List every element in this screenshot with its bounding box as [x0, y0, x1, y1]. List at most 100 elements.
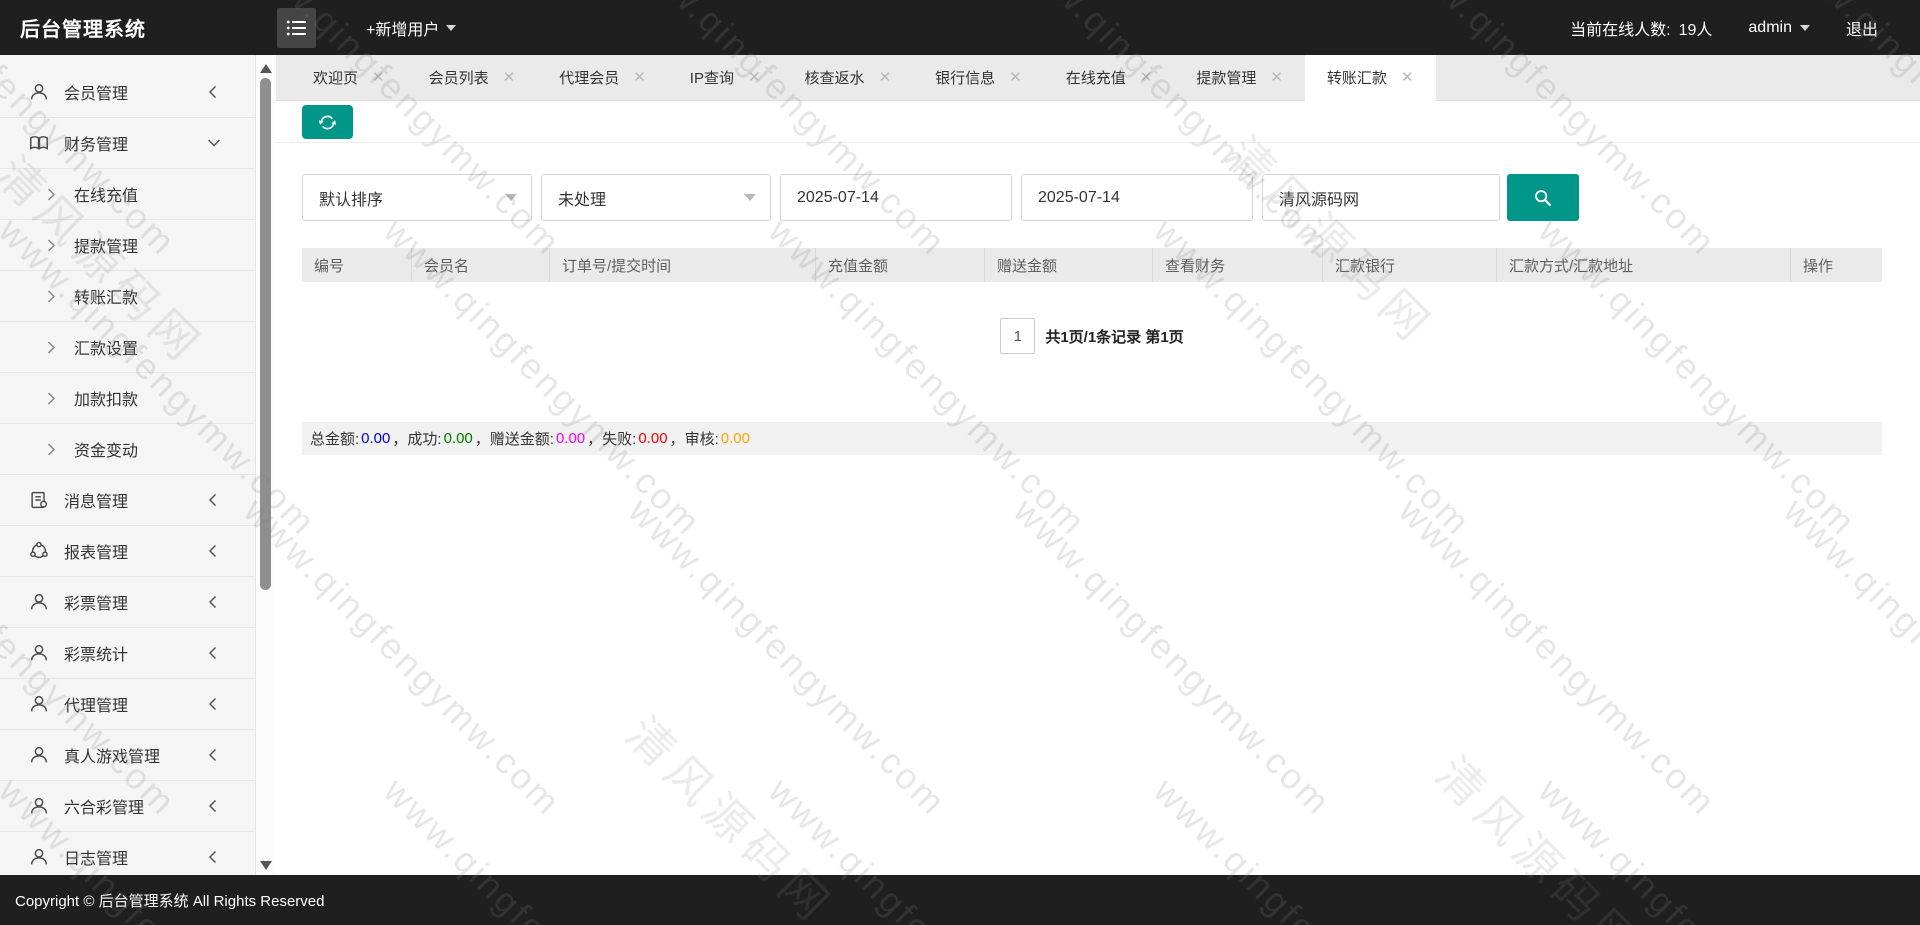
sidebar-item-lottery-statistics[interactable]: 彩票统计 [0, 628, 255, 679]
sidebar-subitem-funds-change[interactable]: 资金变动 [0, 424, 255, 475]
chevron-down-icon [1799, 24, 1810, 31]
tab-transfer-remittance[interactable]: 转账汇款 ✕ [1304, 55, 1436, 101]
sidebar-subitem-withdrawal-management[interactable]: 提款管理 [0, 220, 255, 271]
tab-close-icon[interactable]: ✕ [1140, 70, 1153, 85]
sidebar-item-log-management[interactable]: 日志管理 [0, 832, 255, 875]
message-icon [27, 488, 51, 512]
tab-label: 欢迎页 [313, 70, 359, 87]
sidebar-item-label: 财务管理 [64, 137, 129, 154]
user-icon [27, 845, 51, 869]
sidebar-subitem-label: 提款管理 [74, 239, 139, 256]
sidebar-item-mark-six-management[interactable]: 六合彩管理 [0, 781, 255, 832]
tab-online-recharge[interactable]: 在线充值 ✕ [1044, 55, 1175, 100]
summary-separator: ， [669, 431, 685, 448]
content-area: 欢迎页 ✕ 会员列表 ✕ 代理会员 ✕ IP查询 ✕ 核查返水 ✕ 银行信息 ✕ 在线充值 ✕ 提款管理 ✕ 转… [276, 55, 1920, 875]
user-icon [27, 641, 51, 665]
summary-separator: ， [474, 431, 490, 448]
sidebar-subitem-online-recharge[interactable]: 在线充值 [0, 169, 255, 220]
date-to-input[interactable] [1021, 174, 1253, 221]
sidebar-scrollbar[interactable] [255, 55, 275, 875]
summary-bar: 总金额: 0.00， 成功: 0.00， 赠送金额: 0.00， 失败: 0.0… [302, 422, 1882, 455]
sidebar-item-lottery-management[interactable]: 彩票管理 [0, 577, 255, 628]
book-icon [27, 131, 51, 155]
date-from-input[interactable] [780, 174, 1012, 221]
refresh-button[interactable] [302, 105, 353, 139]
tab-close-icon[interactable]: ✕ [1401, 70, 1414, 85]
tab-close-icon[interactable]: ✕ [503, 70, 516, 85]
tab-label: 银行信息 [935, 70, 996, 87]
tab-close-icon[interactable]: ✕ [1009, 70, 1022, 85]
logout-button[interactable]: 退出 [1846, 16, 1878, 40]
tab-withdrawal-management[interactable]: 提款管理 ✕ [1174, 55, 1305, 100]
pagination-summary: 共1页/1条记录 第1页 [1045, 328, 1184, 346]
pagination: 1 共1页/1条记录 第1页 [302, 318, 1882, 354]
sidebar-item-live-game-management[interactable]: 真人游戏管理 [0, 730, 255, 781]
sidebar-item-label: 六合彩管理 [64, 800, 145, 817]
tab-close-icon[interactable]: ✕ [748, 70, 761, 85]
sidebar-item-member-management[interactable]: 会员管理 [0, 67, 255, 118]
page-number-button[interactable]: 1 [1000, 318, 1036, 354]
chevron-down-icon [446, 24, 457, 31]
sidebar-subitem-label: 转账汇款 [74, 290, 139, 307]
sidebar-item-report-management[interactable]: 报表管理 [0, 526, 255, 577]
online-count: 当前在线人数: 19人 [1570, 16, 1712, 40]
scrollbar-up-arrow[interactable] [260, 64, 272, 73]
column-header-7: 汇款银行 [1322, 248, 1496, 282]
tab-rebate-check[interactable]: 核查返水 ✕ [783, 55, 914, 100]
sidebar-item-label: 会员管理 [64, 86, 129, 103]
tab-bank-info[interactable]: 银行信息 ✕ [913, 55, 1044, 100]
tab-label: 核查返水 [804, 70, 865, 87]
tab-bar: 欢迎页 ✕ 会员列表 ✕ 代理会员 ✕ IP查询 ✕ 核查返水 ✕ 银行信息 ✕ 在线充值 ✕ 提款管理 ✕ 转… [276, 55, 1920, 101]
keyword-input[interactable] [1262, 174, 1500, 221]
sidebar-item-agent-management[interactable]: 代理管理 [0, 679, 255, 730]
tab-label: 代理会员 [559, 70, 620, 87]
column-header-5: 赠送金额 [984, 248, 1152, 282]
header-right: 当前在线人数: 19人 admin 退出 [1570, 0, 1878, 55]
tab-close-icon[interactable]: ✕ [879, 70, 892, 85]
summary-label: 总金额: [310, 431, 360, 448]
report-icon [27, 539, 51, 563]
add-user-dropdown[interactable]: +新增用户 [366, 0, 457, 55]
sort-order-select[interactable]: 默认排序 [302, 174, 532, 221]
tab-label: 提款管理 [1196, 70, 1257, 87]
sidebar: 会员管理财务管理在线充值提款管理转账汇款汇款设置 加款扣款 资金变动 消息管理 报表管理… [0, 55, 255, 875]
sidebar-item-label: 彩票管理 [64, 596, 129, 613]
summary-label: 失败: [602, 431, 637, 448]
chevron-left-icon [205, 83, 223, 101]
tab-ip-query[interactable]: IP查询 ✕ [668, 55, 783, 100]
sidebar-subitem-transfer-remittance[interactable]: 转账汇款 [0, 271, 255, 322]
summary-value: 0.00 [361, 430, 391, 447]
column-header-3: 订单号/提交时间 [549, 248, 815, 282]
scrollbar-down-arrow[interactable] [260, 861, 272, 870]
sidebar-item-finance-management[interactable]: 财务管理 [0, 118, 255, 169]
column-header-2: 会员名 [411, 248, 549, 282]
user-icon [27, 743, 51, 767]
sidebar-item-label: 代理管理 [64, 698, 129, 715]
status-select[interactable]: 未处理 [541, 174, 771, 221]
sidebar-subitem-remittance-settings[interactable]: 汇款设置 [0, 322, 255, 373]
sidebar-item-message-management[interactable]: 消息管理 [0, 475, 255, 526]
chevron-down-icon [744, 194, 756, 201]
tab-close-icon[interactable]: ✕ [372, 70, 385, 85]
tab-agent-member[interactable]: 代理会员 ✕ [537, 55, 668, 100]
menu-toggle-button[interactable] [277, 8, 316, 48]
tab-label: 转账汇款 [1326, 70, 1387, 87]
chevron-left-icon [205, 491, 223, 509]
chevron-right-icon [42, 236, 60, 254]
copyright-text: Copyright © 后台管理系统 All Rights Reserved [15, 892, 325, 910]
top-header: 后台管理系统 +新增用户 当前在线人数: 19人 admin 退出 [0, 0, 1920, 55]
sidebar-subitem-add-deduct-funds[interactable]: 加款扣款 [0, 373, 255, 424]
chevron-right-icon [42, 440, 60, 458]
user-menu[interactable]: admin [1748, 19, 1810, 37]
tab-close-icon[interactable]: ✕ [633, 70, 646, 85]
add-user-label: +新增用户 [366, 21, 440, 39]
chevron-right-icon [42, 338, 60, 356]
tab-close-icon[interactable]: ✕ [1270, 70, 1283, 85]
tab-welcome[interactable]: 欢迎页 ✕ [291, 55, 407, 100]
sidebar-item-label: 真人游戏管理 [64, 749, 161, 766]
tab-member-list[interactable]: 会员列表 ✕ [407, 55, 538, 100]
scrollbar-thumb[interactable] [260, 78, 271, 590]
chevron-right-icon [42, 389, 60, 407]
sidebar-subitem-label: 在线充值 [74, 188, 139, 205]
search-button[interactable] [1507, 174, 1579, 221]
